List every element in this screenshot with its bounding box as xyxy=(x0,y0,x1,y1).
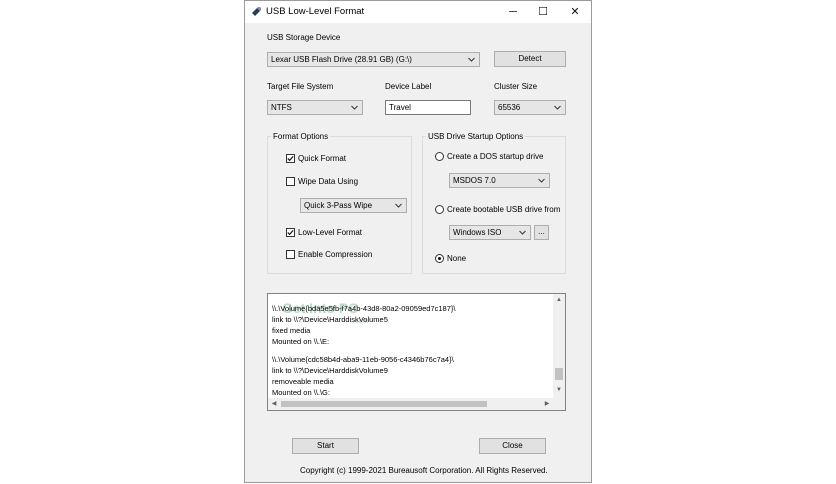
dos-version-value: MSDOS 7.0 xyxy=(453,176,496,185)
device-label-input[interactable]: Travel xyxy=(385,100,471,115)
dos-startup-radio[interactable] xyxy=(435,152,444,161)
checkmark-icon xyxy=(287,229,294,236)
scroll-up-icon[interactable]: ▲ xyxy=(553,294,565,306)
log-line: removeable media xyxy=(272,377,334,386)
compression-checkbox[interactable] xyxy=(286,250,295,259)
usb-device-label: USB Storage Device xyxy=(267,33,341,42)
bootable-usb-radio[interactable] xyxy=(435,205,444,214)
device-label-caption: Device Label xyxy=(385,82,432,91)
log-line: \\.\Volume{cdc58b4d-aba9-11eb-9056-c4346… xyxy=(272,355,454,364)
scroll-left-icon[interactable]: ◀ xyxy=(268,398,280,410)
scroll-down-icon[interactable]: ▼ xyxy=(553,384,565,396)
copyright-text: Copyright (c) 1999-2021 Bureausoft Corpo… xyxy=(300,466,548,475)
horizontal-scrollbar[interactable]: ◀ ▶ xyxy=(268,398,565,410)
chevron-down-icon xyxy=(519,230,526,235)
log-line: fixed media xyxy=(272,326,311,335)
quick-format-label: Quick Format xyxy=(298,154,347,163)
low-level-format-checkbox[interactable] xyxy=(286,228,295,237)
dos-startup-label: Create a DOS startup drive xyxy=(447,152,544,161)
startup-options-title: USB Drive Startup Options xyxy=(426,132,526,141)
chevron-down-icon xyxy=(395,203,402,208)
chevron-down-icon xyxy=(351,105,358,110)
log-line: Mounted on \\.\G: xyxy=(272,388,330,397)
chevron-down-icon xyxy=(554,105,561,110)
close-window-button[interactable]: ✕ xyxy=(560,1,590,23)
close-button[interactable]: Close xyxy=(479,438,546,454)
log-line: link to \\?\Device\HarddiskVolume9 xyxy=(272,366,388,375)
format-options-title: Format Options xyxy=(271,132,331,141)
log-line: Mounted on \\.\E: xyxy=(272,337,330,346)
wipe-data-checkbox[interactable] xyxy=(286,177,295,186)
dos-version-select[interactable]: MSDOS 7.0 xyxy=(449,173,550,188)
vertical-scroll-thumb[interactable] xyxy=(555,368,563,380)
title-bar: USB Low-Level Format ─ ☐ ✕ xyxy=(245,1,591,23)
start-button[interactable]: Start xyxy=(292,438,359,454)
wipe-method-value: Quick 3-Pass Wipe xyxy=(304,201,373,210)
browse-iso-button[interactable]: ... xyxy=(534,225,549,240)
bootable-usb-label: Create bootable USB drive from xyxy=(447,205,561,214)
usb-device-select[interactable]: Lexar USB Flash Drive (28.91 GB) (G:\) xyxy=(267,52,480,67)
file-system-label: Target File System xyxy=(267,82,334,91)
wipe-data-label: Wipe Data Using xyxy=(298,177,359,186)
cluster-size-select[interactable]: 65536 xyxy=(494,100,566,115)
checkmark-icon xyxy=(287,155,294,162)
horizontal-scroll-thumb[interactable] xyxy=(281,401,487,407)
quick-format-checkbox[interactable] xyxy=(286,154,295,163)
none-startup-label: None xyxy=(447,254,467,263)
chevron-down-icon xyxy=(468,57,475,62)
window-title: USB Low-Level Format xyxy=(266,6,365,17)
none-startup-radio[interactable] xyxy=(435,254,444,263)
cluster-size-value: 65536 xyxy=(498,103,521,112)
scroll-right-icon[interactable]: ▶ xyxy=(541,398,553,410)
minimize-button[interactable]: ─ xyxy=(498,1,528,23)
file-system-select[interactable]: NTFS xyxy=(267,100,363,115)
low-level-format-label: Low-Level Format xyxy=(298,228,363,237)
bootable-source-select[interactable]: Windows ISO xyxy=(449,225,531,240)
vertical-scrollbar[interactable]: ▲ ▼ xyxy=(553,294,565,398)
log-output[interactable]: Get Into PC .com \\.\Volume{bda5e5fb-f7a… xyxy=(267,293,566,411)
wipe-method-select[interactable]: Quick 3-Pass Wipe xyxy=(300,198,407,213)
log-line: \\.\Volume{bda5e5fb-f7a4b-43d8-80a2-0905… xyxy=(272,304,456,313)
chevron-down-icon xyxy=(538,178,545,183)
cluster-size-label: Cluster Size xyxy=(494,82,538,91)
bootable-source-value: Windows ISO xyxy=(453,228,502,237)
log-line: link to \\?\Device\HarddiskVolume5 xyxy=(272,315,388,324)
file-system-value: NTFS xyxy=(271,103,292,112)
maximize-button[interactable]: ☐ xyxy=(528,1,558,23)
compression-label: Enable Compression xyxy=(298,250,373,259)
usb-device-value: Lexar USB Flash Drive (28.91 GB) (G:\) xyxy=(271,55,412,64)
usb-drive-icon xyxy=(252,7,261,16)
app-window: USB Low-Level Format ─ ☐ ✕ USB Storage D… xyxy=(244,0,592,483)
detect-button[interactable]: Detect xyxy=(494,51,566,67)
